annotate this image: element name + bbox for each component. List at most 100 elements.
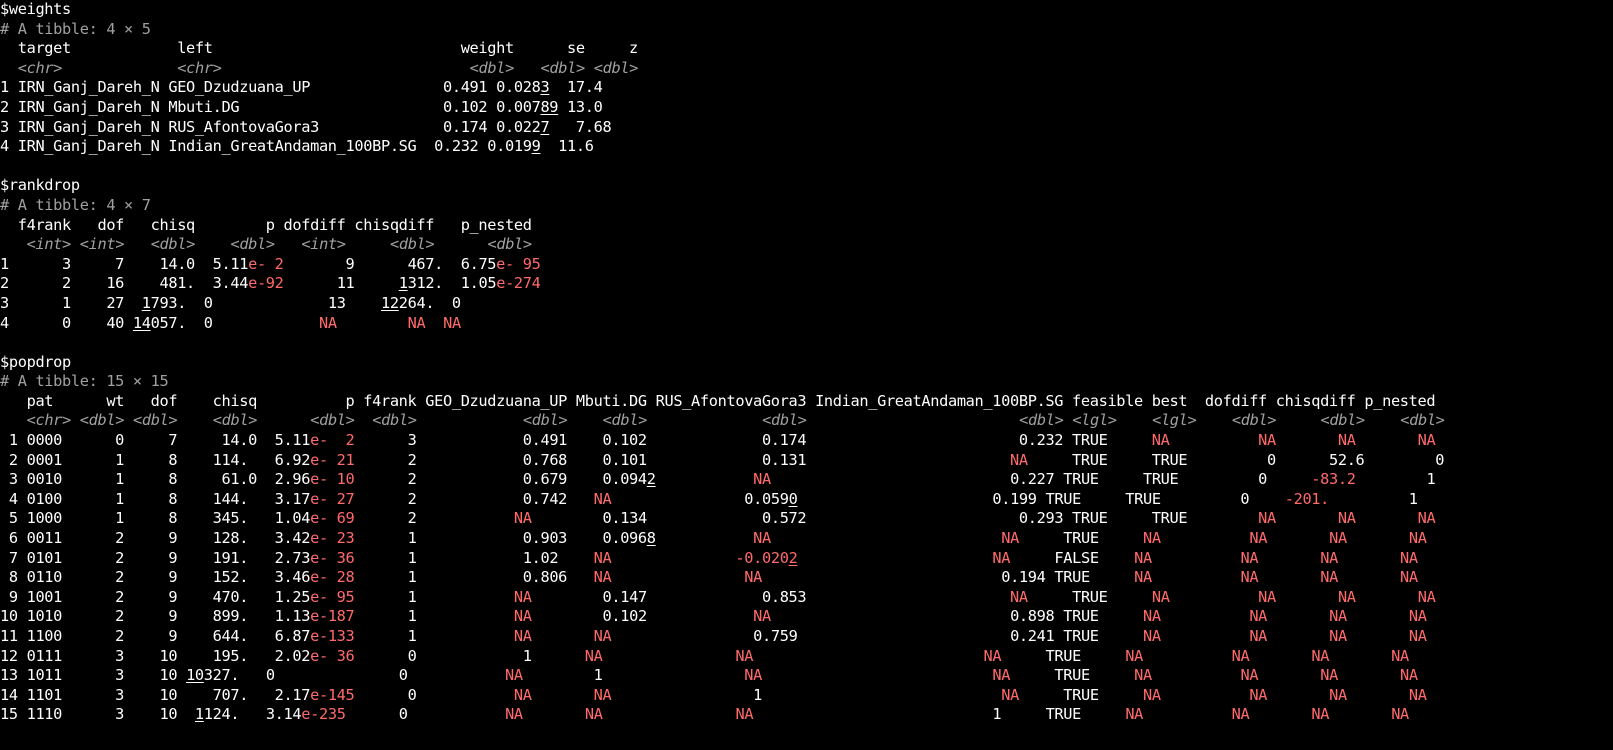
console-text: f4rank dof chisq p dofdiff chisqdiff p_n… bbox=[0, 215, 532, 234]
console-text: NA bbox=[744, 666, 762, 685]
console-text: NA bbox=[753, 607, 771, 626]
console-text: 11 1100 2 9 644. 6.87 bbox=[0, 627, 311, 645]
console-text: NA bbox=[513, 607, 532, 626]
console-line: 5 1000 1 8 345. 1.04e- 69 2 NA 0.134 0.5… bbox=[0, 509, 1613, 529]
console-line: # A tibble: 15 × 15 bbox=[0, 372, 1613, 392]
console-text: <dbl> bbox=[540, 58, 586, 77]
console-text: NA bbox=[1240, 666, 1259, 685]
console-text: TRUE bbox=[1027, 587, 1152, 606]
console-text: 0.102 bbox=[531, 607, 754, 626]
console-text: NA bbox=[584, 646, 603, 665]
console-text: 15 1110 3 10 bbox=[0, 705, 195, 724]
console-text: NA bbox=[983, 646, 1002, 665]
console-text: 10 1010 2 9 899. 1.13 bbox=[0, 607, 311, 626]
console-text: <dbl> bbox=[602, 411, 648, 430]
console-text: 4 IRN_Ganj_Dareh_N Indian_GreatAndaman_1… bbox=[0, 137, 532, 156]
console-line: 10 1010 2 9 899. 1.13e-187 1 NA 0.102 NA… bbox=[0, 607, 1613, 627]
console-text: NA bbox=[753, 529, 771, 548]
console-text: 057. 0 bbox=[150, 313, 319, 332]
console-text: 2 0.742 bbox=[354, 489, 594, 508]
console-text: e-133 bbox=[310, 627, 355, 645]
console-text: e- 2 bbox=[248, 254, 284, 273]
console-text: 1 bbox=[194, 705, 204, 724]
console-text: NA bbox=[505, 666, 523, 685]
console-text: NA bbox=[1417, 509, 1436, 528]
console-text: e- 95 bbox=[496, 254, 541, 273]
console-text: NA bbox=[1134, 666, 1152, 685]
console-text: <dbl> bbox=[79, 411, 125, 430]
console-text: NA bbox=[505, 705, 523, 724]
console-text: NA bbox=[1391, 646, 1409, 665]
console-text: NA bbox=[1337, 431, 1356, 450]
console-text: NA bbox=[1408, 685, 1427, 704]
console-text: <dbl> bbox=[1320, 411, 1365, 430]
console-text: 2 0.679 0.094 bbox=[354, 470, 648, 489]
console-text: NA bbox=[1329, 607, 1347, 626]
console-text: NA bbox=[1134, 548, 1152, 567]
console-line: 3 1 27 1793. 0 13 12264. 0 bbox=[0, 294, 1613, 314]
console-text: e- 27 bbox=[310, 489, 355, 508]
console-line: 14 1101 3 10 707. 2.17e-145 0 NA NA 1 NA… bbox=[0, 686, 1613, 706]
console-line: 2 0001 1 8 114. 6.92e- 21 2 0.768 0.101 … bbox=[0, 451, 1613, 471]
console-text: <int> bbox=[79, 235, 125, 254]
console-text: e- 10 bbox=[310, 470, 355, 489]
console-line: 8 0110 2 9 152. 3.46e- 28 1 0.806 NA NA … bbox=[0, 568, 1613, 588]
console-text: NA bbox=[513, 627, 532, 645]
console-line: 3 IRN_Ganj_Dareh_N RUS_AfontovaGora3 0.1… bbox=[0, 118, 1613, 138]
console-text: NA bbox=[1240, 548, 1259, 567]
console-text: 793. 0 13 bbox=[150, 293, 381, 312]
console-text: e- 95 bbox=[310, 587, 355, 606]
console-text: NA bbox=[593, 568, 612, 587]
console-text: <dbl> bbox=[469, 58, 515, 77]
console-text: NA bbox=[1408, 627, 1427, 645]
console-line: 4 IRN_Ganj_Dareh_N Indian_GreatAndaman_1… bbox=[0, 137, 1613, 157]
console-text: NA bbox=[1329, 529, 1347, 548]
console-text: 9 467. 6.75 bbox=[283, 254, 497, 273]
console-line: 6 0011 2 9 128. 3.42e- 23 1 0.903 0.0968… bbox=[0, 529, 1613, 549]
console-text: NA bbox=[1231, 705, 1250, 724]
console-text: # A tibble: 4 × 7 bbox=[0, 195, 151, 214]
console-text: 264. 0 bbox=[398, 293, 523, 312]
console-text: 1 bbox=[611, 685, 1002, 704]
console-text: 2 IRN_Ganj_Dareh_N Mbuti.DG 0.102 0.007 bbox=[0, 97, 541, 116]
console-text: NA bbox=[1399, 568, 1418, 587]
console-text: <chr> bbox=[177, 58, 222, 77]
console-text: NA bbox=[1417, 431, 1436, 450]
console-line: <chr> <chr> <dbl> <dbl> <dbl> bbox=[0, 59, 1613, 79]
console-line: 2 IRN_Ganj_Dareh_N Mbuti.DG 0.102 0.0078… bbox=[0, 98, 1613, 118]
console-text: <dbl> bbox=[762, 411, 807, 430]
console-line: $rankdrop bbox=[0, 176, 1613, 196]
console-text: NA bbox=[1249, 627, 1268, 645]
console-text: 1 0.903 0.096 bbox=[354, 529, 648, 548]
console-text: # A tibble: 15 × 15 bbox=[0, 372, 169, 391]
console-text: NA bbox=[513, 685, 532, 704]
console-text: 1 0000 0 7 14.0 5.11 bbox=[0, 431, 311, 450]
console-text: NA bbox=[1249, 529, 1268, 548]
console-text: 1 bbox=[354, 627, 514, 645]
console-text: 4 0 40 bbox=[0, 313, 133, 332]
